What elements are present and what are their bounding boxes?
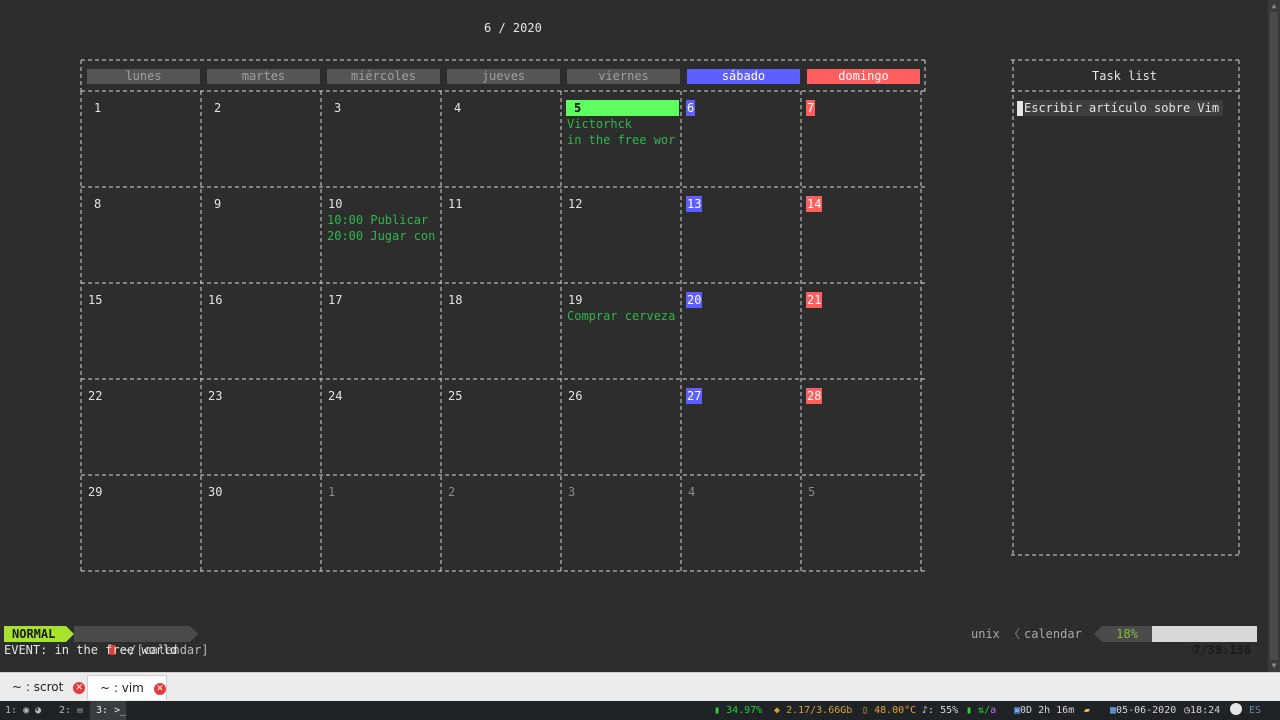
day-number[interactable]: 6 — [686, 100, 696, 116]
cursor — [1017, 101, 1023, 116]
day-number[interactable]: 19 — [568, 292, 582, 308]
command-line: EVENT: in the free world — [4, 643, 178, 657]
updates-icon: ▰ — [1084, 705, 1091, 716]
powerline-separator-icon — [1094, 626, 1102, 642]
event-day10-1[interactable]: 10:00 Publicar — [327, 212, 428, 228]
temperature-indicator: ▯ 48.00°C — [862, 705, 917, 716]
day-number[interactable]: 5 — [566, 100, 679, 116]
memory-indicator: ◆ 2.17/3.66Gb — [774, 705, 853, 716]
day-number[interactable]: 16 — [208, 292, 222, 308]
day-number[interactable]: 11 — [448, 196, 462, 212]
vim-statusline: NORMAL ~/[calendar] unix 〈 calendar 18% … — [4, 626, 1257, 657]
chrome-icon: ◕ — [35, 705, 42, 716]
uptime-indicator: ▣0D 2h 16m — [1014, 705, 1075, 716]
date-indicator: ▦05-06-2020 — [1110, 705, 1177, 716]
day-number[interactable]: 1 — [328, 484, 335, 500]
memory-icon: ◆ — [774, 705, 781, 716]
clock-indicator: ◷18:24 — [1184, 705, 1221, 716]
day-number[interactable]: 4 — [688, 484, 695, 500]
day-number[interactable]: 30 — [208, 484, 222, 500]
day-number[interactable]: 28 — [806, 388, 823, 404]
network-indicator: ▮ ⇅/a — [966, 705, 997, 716]
workspace-1[interactable]: 1: ◉ ◕ — [5, 701, 41, 720]
weekday-header-6: domingo — [807, 69, 920, 84]
day-number[interactable]: 20 — [686, 292, 703, 308]
cursor-position: 7/39:136 — [1193, 643, 1251, 657]
thermometer-icon: ▯ — [862, 705, 869, 716]
music-note-icon: ♪ — [922, 705, 929, 716]
workspace-3[interactable]: 3: >_ — [90, 701, 126, 720]
powerline-separator-icon — [190, 626, 198, 642]
day-number[interactable]: 17 — [328, 292, 342, 308]
task-list-title: Task list — [1092, 69, 1158, 83]
tab-label: ~ : scrot — [12, 680, 64, 694]
day-number[interactable]: 12 — [568, 196, 582, 212]
task-item[interactable]: Escribir artículo sobre Vim — [1024, 100, 1224, 116]
event-day5-2[interactable]: in the free wor — [567, 132, 675, 148]
scroll-down-icon[interactable]: ▼ — [1268, 660, 1280, 672]
terminal-icon: >_ — [114, 705, 127, 716]
day-number[interactable]: 18 — [448, 292, 462, 308]
tab-scrot[interactable]: ~ : scrot ✕ — [0, 675, 90, 699]
tab-label: ~ : vim — [100, 681, 144, 695]
day-number[interactable]: 4 — [454, 100, 461, 116]
chevron-left-icon: 〈 — [1008, 627, 1021, 641]
day-number[interactable]: 29 — [88, 484, 102, 500]
weekday-header-4: viernes — [567, 69, 680, 84]
day-number[interactable]: 25 — [448, 388, 462, 404]
battery-icon: ▮ — [714, 705, 721, 716]
weekday-header-5: sábado — [687, 69, 800, 84]
scroll-percent: 18% — [1102, 626, 1152, 642]
cursor-position-segment: ␤ 7/39:136 — [1152, 626, 1257, 657]
network-icon: ▮ ⇅ — [966, 705, 985, 716]
day-number[interactable]: 8 — [94, 196, 101, 212]
day-number[interactable]: 3 — [568, 484, 575, 500]
day-number[interactable]: 3 — [334, 100, 341, 116]
system-panel: 1: ◉ ◕ 2: ✉ 3: >_ ▮ 34.97% ◆ 2.17/3.66Gb… — [0, 701, 1280, 720]
scroll-up-icon[interactable]: ▲ — [1268, 0, 1280, 12]
day-number[interactable]: 7 — [806, 100, 816, 116]
day-number[interactable]: 21 — [806, 292, 823, 308]
weekday-header-3: jueves — [447, 69, 560, 84]
event-day10-2[interactable]: 20:00 Jugar con — [327, 228, 435, 244]
keyboard-layout[interactable]: ES — [1249, 701, 1261, 720]
tab-vim[interactable]: ~ : vim ✕ — [87, 675, 167, 700]
day-number[interactable]: 23 — [208, 388, 222, 404]
day-number[interactable]: 13 — [686, 196, 703, 212]
day-number[interactable]: 27 — [686, 388, 703, 404]
file-type: calendar — [1024, 627, 1082, 641]
day-number[interactable]: 26 — [568, 388, 582, 404]
vertical-scrollbar[interactable]: ▲ ▼ — [1268, 0, 1280, 672]
close-icon[interactable]: ✕ — [73, 681, 86, 694]
volume-indicator[interactable]: ♪: 55% — [922, 701, 958, 720]
day-number[interactable]: 2 — [448, 484, 455, 500]
scrollbar-thumb[interactable] — [1270, 12, 1278, 660]
day-number[interactable]: 22 — [88, 388, 102, 404]
moon-icon — [1230, 701, 1242, 720]
event-day19-1[interactable]: Comprar cerveza — [567, 308, 675, 324]
file-segment: ~/[calendar] — [74, 626, 209, 657]
day-number[interactable]: 15 — [88, 292, 102, 308]
weekday-header-1: martes — [207, 69, 320, 84]
powerline-separator-icon — [66, 626, 74, 642]
weekday-header-0: lunes — [87, 69, 200, 84]
day-number[interactable]: 1 — [94, 100, 101, 116]
workspace-2[interactable]: 2: ✉ — [59, 701, 83, 720]
event-day5-1[interactable]: Victorhck — [567, 116, 632, 132]
day-number[interactable]: 5 — [808, 484, 815, 500]
mail-icon: ✉ — [77, 705, 84, 716]
day-number[interactable]: 14 — [806, 196, 823, 212]
day-number[interactable]: 10 — [328, 196, 342, 212]
terminal-tab-bar: ~ : scrot ✕ ~ : vim ✕ — [0, 672, 1280, 701]
mode-indicator: NORMAL — [4, 626, 66, 642]
battery-indicator: ▮ 34.97% — [714, 705, 763, 716]
day-number[interactable]: 24 — [328, 388, 342, 404]
close-icon[interactable]: ✕ — [153, 682, 166, 695]
weekday-header-2: miércoles — [327, 69, 440, 84]
firefox-icon: ◉ — [23, 705, 30, 716]
day-number[interactable]: 2 — [214, 100, 221, 116]
file-format: unix — [971, 627, 1000, 641]
day-number[interactable]: 9 — [214, 196, 221, 212]
